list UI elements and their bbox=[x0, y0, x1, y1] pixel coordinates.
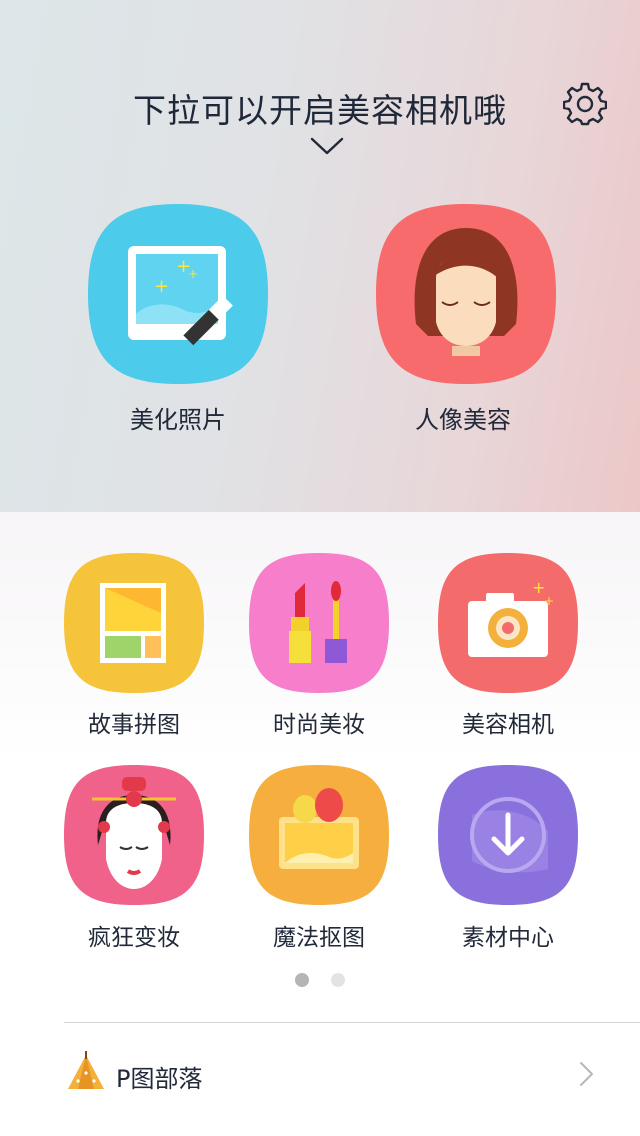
portrait-face-icon bbox=[376, 204, 556, 384]
beauty-camera-button[interactable]: + + bbox=[438, 553, 578, 693]
collage-icon bbox=[64, 553, 204, 693]
photo-magic-wand-icon: + + + bbox=[88, 204, 268, 384]
page-indicator bbox=[295, 973, 355, 989]
material-center-button[interactable] bbox=[438, 765, 578, 905]
camera-icon: + + bbox=[438, 553, 578, 693]
chevron-down-icon[interactable] bbox=[310, 136, 344, 156]
p-tribe-row[interactable]: P图部落 bbox=[0, 1023, 640, 1123]
material-center-label: 素材中心 bbox=[462, 925, 554, 951]
beautify-photo-label: 美化照片 bbox=[130, 406, 226, 434]
download-icon bbox=[438, 765, 578, 905]
svg-text:+: + bbox=[544, 594, 554, 608]
pull-down-hint: 下拉可以开启美容相机哦 bbox=[133, 91, 507, 130]
page-dot[interactable] bbox=[331, 973, 345, 987]
opera-face-icon bbox=[64, 765, 204, 905]
svg-text:+: + bbox=[154, 276, 169, 297]
chevron-right-icon[interactable] bbox=[576, 1061, 596, 1087]
gear-icon[interactable] bbox=[563, 82, 607, 126]
svg-text:+: + bbox=[188, 267, 198, 281]
story-collage-button[interactable] bbox=[64, 553, 204, 693]
story-collage-label: 故事拼图 bbox=[88, 712, 180, 738]
magic-cutout-label: 魔法抠图 bbox=[273, 925, 365, 951]
portrait-beauty-button[interactable] bbox=[376, 204, 556, 384]
balloon-picture-icon bbox=[249, 765, 389, 905]
magic-cutout-button[interactable] bbox=[249, 765, 389, 905]
p-tribe-label: P图部落 bbox=[116, 1065, 203, 1093]
portrait-beauty-label: 人像美容 bbox=[415, 406, 511, 434]
lipstick-icon bbox=[249, 553, 389, 693]
beautify-photo-button[interactable]: + + + bbox=[88, 204, 268, 384]
fashion-makeup-label: 时尚美妆 bbox=[273, 712, 365, 738]
fashion-makeup-button[interactable] bbox=[249, 553, 389, 693]
crazy-makeover-label: 疯狂变妆 bbox=[88, 925, 180, 951]
beauty-camera-label: 美容相机 bbox=[462, 712, 554, 738]
tent-icon bbox=[68, 1051, 104, 1089]
page-dot-active[interactable] bbox=[295, 973, 309, 987]
crazy-makeover-button[interactable] bbox=[64, 765, 204, 905]
